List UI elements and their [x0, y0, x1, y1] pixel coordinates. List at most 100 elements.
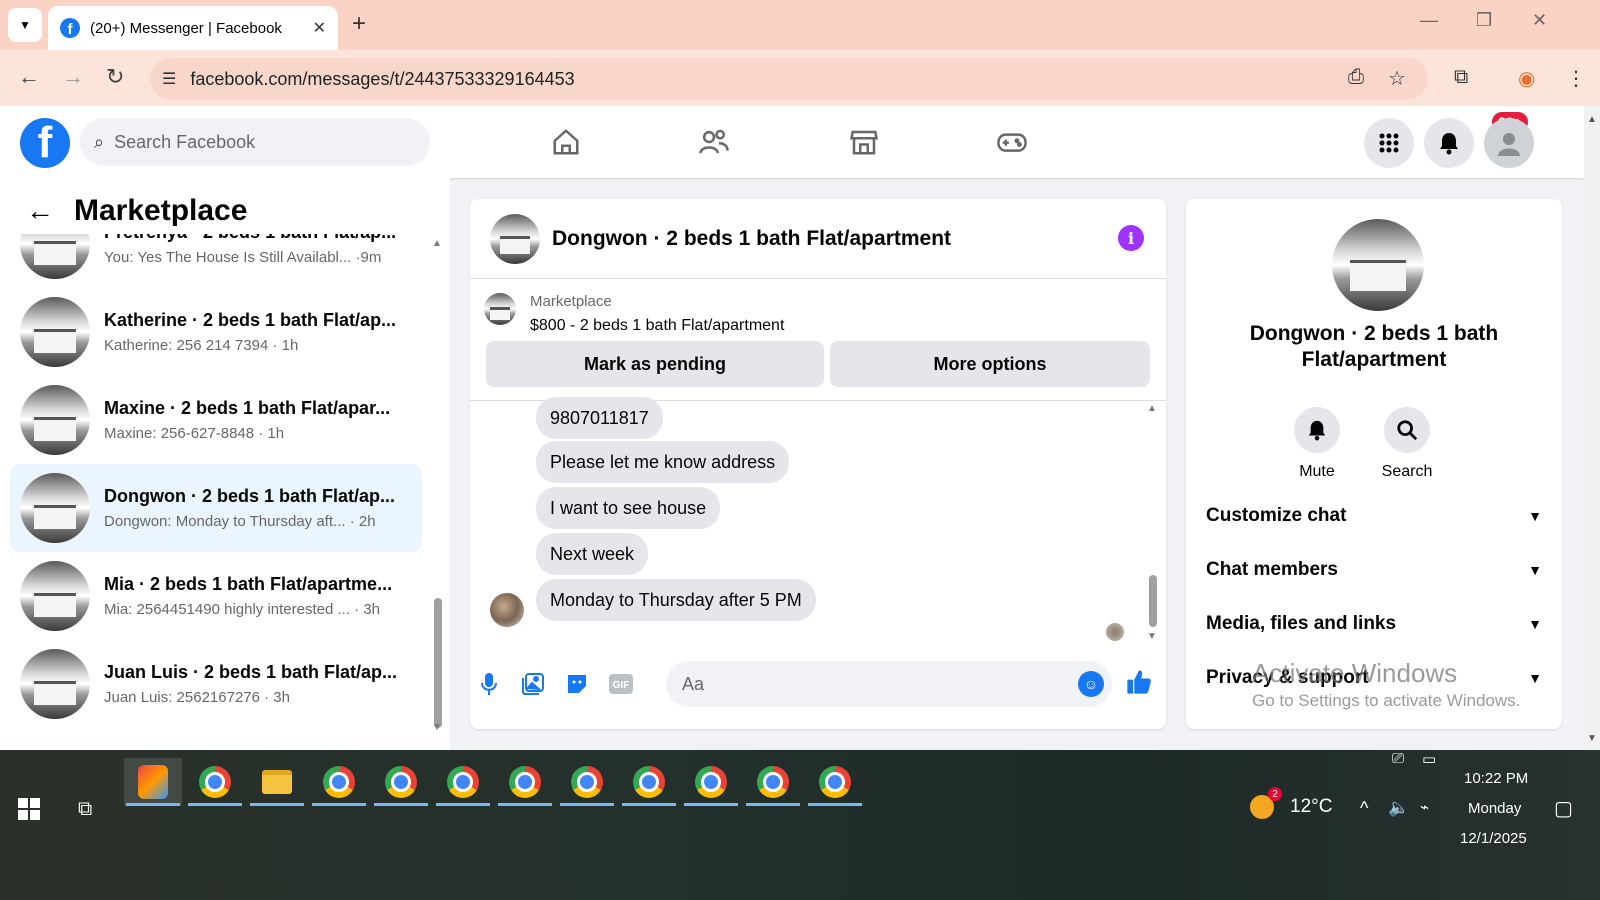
facebook-search-box[interactable]: ⌕ Search Facebook	[80, 118, 430, 166]
info-icon[interactable]: i	[1118, 225, 1144, 251]
privacy-support-row[interactable]: Privacy & support ▼	[1206, 658, 1542, 698]
conversation-item[interactable]: Mia · 2 beds 1 bath Flat/apartme... Mia:…	[10, 552, 422, 640]
notification-center-icon[interactable]: ▢	[1554, 796, 1573, 821]
scroll-up-icon[interactable]: ▲	[1587, 114, 1597, 125]
sticker-icon[interactable]	[562, 669, 592, 699]
microphone-icon[interactable]	[474, 669, 504, 699]
notifications-bell-icon[interactable]	[1424, 118, 1474, 168]
meet-now-icon[interactable]: ⎚	[1392, 750, 1404, 767]
gif-icon[interactable]: GIF	[606, 669, 636, 699]
message-bubble[interactable]: Monday to Thursday after 5 PM	[536, 579, 816, 621]
message-bubble[interactable]: Please let me know address	[536, 441, 790, 483]
like-thumb-icon[interactable]	[1124, 667, 1154, 697]
browser-tab-messenger[interactable]: f (20+) Messenger | Facebook ✕	[48, 6, 338, 50]
taskbar-chrome-profile[interactable]	[558, 758, 616, 806]
mark-as-pending-button[interactable]: Mark as pending	[486, 341, 824, 387]
taskbar-chrome-profile[interactable]	[620, 758, 678, 806]
bookmark-star-icon[interactable]: ☆	[1388, 66, 1406, 91]
back-arrow-icon[interactable]: ←	[26, 195, 54, 227]
reload-button[interactable]: ↻	[106, 64, 124, 90]
home-icon[interactable]	[546, 124, 586, 160]
chrome-icon	[385, 766, 417, 798]
tab-search-button[interactable]: ▼	[8, 8, 42, 42]
show-hidden-icons-chevron-icon[interactable]: ^	[1360, 798, 1368, 819]
chat-title[interactable]: Dongwon · 2 beds 1 bath Flat/apartment	[552, 227, 951, 251]
conversation-item[interactable]: Juan Luis · 2 beds 1 bath Flat/ap... Jua…	[10, 640, 422, 728]
taskbar-paint-app[interactable]	[124, 758, 182, 806]
search-in-chat-button[interactable]: Search	[1372, 407, 1442, 481]
friends-icon[interactable]	[694, 124, 734, 160]
conversation-item-active[interactable]: Dongwon · 2 beds 1 bath Flat/ap... Dongw…	[10, 464, 422, 552]
account-avatar[interactable]	[1484, 118, 1534, 168]
site-info-icon[interactable]: ☰	[162, 69, 176, 89]
clock-date[interactable]: 12/1/2025	[1460, 830, 1527, 847]
scrollbar-thumb[interactable]	[434, 598, 442, 728]
install-app-icon[interactable]: ⎙	[1348, 66, 1364, 89]
message-bubble[interactable]: 9807011817	[536, 397, 663, 439]
address-bar[interactable]: ☰ facebook.com/messages/t/24437533329164…	[150, 58, 1428, 100]
message-bubble[interactable]: I want to see house	[536, 487, 721, 529]
scroll-down-icon[interactable]: ▼	[432, 722, 442, 733]
photo-icon[interactable]	[518, 669, 548, 699]
taskbar-chrome-profile[interactable]	[372, 758, 430, 806]
scroll-down-icon[interactable]: ▼	[1147, 631, 1157, 642]
browser-menu-icon[interactable]: ⋮	[1566, 66, 1586, 91]
taskbar-chrome-profile[interactable]	[806, 758, 864, 806]
profile-thumbnail[interactable]	[1332, 219, 1424, 311]
network-icon[interactable]: ⌁	[1420, 798, 1429, 816]
clock-time[interactable]: 10:22 PM	[1464, 770, 1528, 787]
display-icon[interactable]: ▭	[1422, 750, 1436, 768]
facebook-logo-icon[interactable]: f	[20, 118, 70, 168]
conversation-item[interactable]: Katherine · 2 beds 1 bath Flat/ap... Kat…	[10, 288, 422, 376]
more-options-button[interactable]: More options	[830, 341, 1150, 387]
taskbar-chrome-profile[interactable]	[310, 758, 368, 806]
mute-button[interactable]: Mute	[1282, 407, 1352, 481]
chat-avatar[interactable]	[490, 213, 540, 264]
menu-grid-icon[interactable]	[1364, 118, 1414, 168]
media-files-links-row[interactable]: Media, files and links ▼	[1206, 604, 1542, 644]
minimize-button[interactable]: —	[1420, 10, 1438, 31]
new-tab-button[interactable]: +	[352, 10, 366, 38]
scrollbar-thumb[interactable]	[1149, 575, 1157, 627]
message-input[interactable]	[666, 661, 1112, 707]
chat-members-row[interactable]: Chat members ▼	[1206, 550, 1542, 590]
task-view-icon[interactable]: ⧉	[78, 798, 92, 821]
taskbar-chrome-profile[interactable]	[682, 758, 740, 806]
extensions-icon[interactable]: ⧉	[1454, 66, 1468, 89]
scroll-up-icon[interactable]: ▲	[1147, 403, 1157, 414]
gaming-icon[interactable]	[992, 124, 1032, 160]
conversation-item[interactable]: Maxine · 2 beds 1 bath Flat/apar... Maxi…	[10, 376, 422, 464]
back-button[interactable]: ←	[18, 64, 40, 90]
scroll-down-icon[interactable]: ▼	[1587, 733, 1597, 744]
close-tab-icon[interactable]: ✕	[313, 18, 326, 38]
chat-scrollbar[interactable]: ▲ ▼	[1146, 403, 1160, 645]
taskbar-chrome-profile[interactable]	[496, 758, 554, 806]
profile-icon[interactable]: ◉	[1518, 66, 1535, 91]
marketplace-icon[interactable]	[844, 124, 884, 160]
customize-chat-row[interactable]: Customize chat ▼	[1206, 496, 1542, 536]
forward-button[interactable]: →	[62, 64, 84, 90]
volume-icon[interactable]: 🔈	[1388, 798, 1409, 818]
taskbar-chrome[interactable]	[186, 758, 244, 806]
conversation-preview: Juan Luis: 2562167276 · 3h	[104, 689, 290, 706]
sender-avatar[interactable]	[490, 593, 524, 627]
row-label: Privacy & support	[1206, 667, 1369, 688]
windows-start-icon[interactable]	[18, 798, 40, 820]
search-label: Search	[1381, 463, 1433, 480]
scroll-up-icon[interactable]: ▲	[432, 238, 442, 249]
message-bubble[interactable]: Next week	[536, 533, 649, 575]
restore-button[interactable]: ❐	[1476, 10, 1492, 31]
clock-day[interactable]: Monday	[1468, 800, 1521, 817]
taskbar-file-explorer[interactable]	[248, 758, 306, 806]
sidebar-scrollbar[interactable]: ▲ ▼	[432, 238, 444, 738]
svg-text:GIF: GIF	[613, 680, 630, 691]
page-scrollbar[interactable]: ▲ ▼	[1584, 106, 1600, 750]
emoji-icon[interactable]: ☺	[1078, 671, 1104, 697]
listing-thumbnail[interactable]	[484, 293, 516, 325]
weather-widget[interactable]: 2 12°C	[1250, 787, 1332, 819]
taskbar-chrome-profile[interactable]	[744, 758, 802, 806]
conversation-item[interactable]: Pretrenya · 2 beds 1 bath Flat/ap... You…	[10, 234, 422, 288]
taskbar-chrome-profile[interactable]	[434, 758, 492, 806]
listing-price-title[interactable]: $800 - 2 beds 1 bath Flat/apartment	[530, 317, 784, 335]
close-window-button[interactable]: ✕	[1532, 10, 1547, 31]
